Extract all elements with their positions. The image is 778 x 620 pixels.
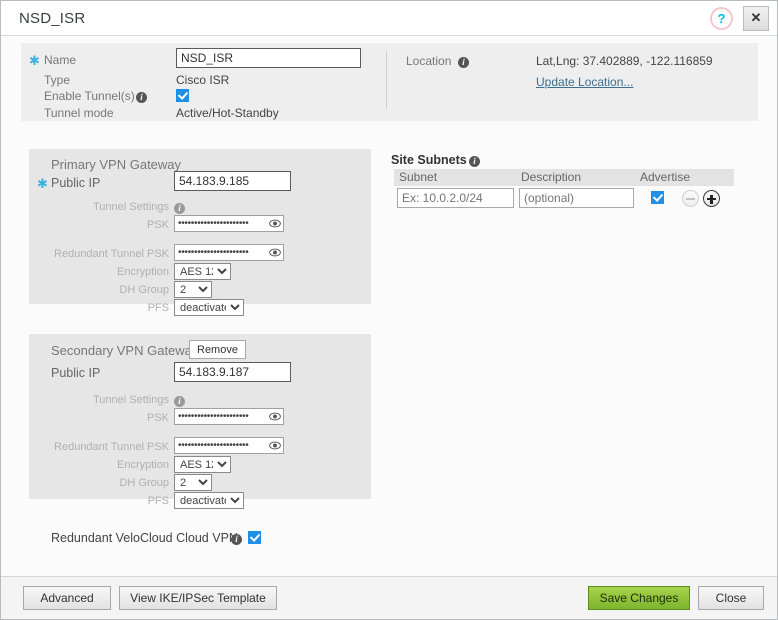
secondary-encryption-select[interactable]: AES 128AES 256 bbox=[174, 456, 231, 473]
secondary-tunnel-settings-info-icon[interactable]: i bbox=[174, 396, 185, 408]
enable-tunnels-label: Enable Tunnel(s) bbox=[44, 89, 135, 103]
primary-pfs-label: PFS bbox=[147, 302, 169, 314]
redundant-vpn-checkbox[interactable] bbox=[248, 531, 261, 544]
dialog-footer: Advanced View IKE/IPSec Template Save Ch… bbox=[1, 576, 777, 619]
remove-secondary-gateway-button[interactable]: Remove bbox=[189, 340, 246, 359]
overview-panel: ✱ Name Type Cisco ISR Enable Tunnel(s) i… bbox=[21, 43, 758, 121]
description-input[interactable] bbox=[519, 188, 634, 208]
close-button[interactable]: ✕ bbox=[743, 6, 769, 31]
view-ike-ipsec-template-button[interactable]: View IKE/IPSec Template bbox=[119, 586, 277, 610]
secondary-pfs-select[interactable]: deactivated2514 bbox=[174, 492, 244, 509]
name-label: Name bbox=[44, 53, 77, 67]
secondary-redundant-psk-label: Redundant Tunnel PSK bbox=[54, 441, 169, 453]
dialog-titlebar: NSD_ISR ? ✕ bbox=[1, 1, 777, 36]
primary-tunnel-settings-info-icon[interactable]: i bbox=[174, 203, 185, 215]
enable-tunnels-info-icon[interactable]: i bbox=[136, 92, 147, 104]
subnets-col-advertise: Advertise bbox=[640, 170, 691, 184]
save-changes-button[interactable]: Save Changes bbox=[588, 586, 690, 610]
enable-tunnels-checkbox[interactable] bbox=[176, 89, 189, 102]
secondary-dh-group-label: DH Group bbox=[119, 477, 169, 489]
tunnel-mode-value: Active/Hot-Standby bbox=[176, 106, 279, 120]
site-subnets-header-row: Subnet Description Advertise bbox=[394, 169, 734, 186]
secondary-redundant-psk-input[interactable] bbox=[174, 437, 284, 454]
primary-psk-field bbox=[174, 215, 284, 232]
secondary-redundant-psk-eye-icon[interactable] bbox=[269, 440, 281, 451]
secondary-tunnel-settings-label: Tunnel Settings bbox=[92, 394, 169, 406]
primary-psk-input[interactable] bbox=[174, 215, 284, 232]
secondary-psk-label: PSK bbox=[146, 412, 169, 424]
name-input[interactable] bbox=[176, 48, 361, 68]
secondary-public-ip-label: Public IP bbox=[51, 366, 101, 380]
required-asterisk-name: ✱ bbox=[29, 53, 40, 68]
primary-pfs-select[interactable]: deactivated2514 bbox=[174, 299, 244, 316]
primary-encryption-select[interactable]: AES 128AES 256 bbox=[174, 263, 231, 280]
subnets-col-subnet: Subnet bbox=[399, 170, 438, 184]
redundant-vpn-label: Redundant VeloCloud Cloud VPN bbox=[51, 531, 238, 545]
tunnel-mode-label: Tunnel mode bbox=[44, 106, 114, 120]
question-mark-icon: ? bbox=[717, 11, 726, 26]
secondary-psk-field bbox=[174, 408, 284, 425]
help-button[interactable]: ? bbox=[710, 7, 733, 30]
secondary-encryption-label: Encryption bbox=[117, 459, 169, 471]
site-subnets-title: Site Subnets bbox=[391, 153, 467, 167]
site-subnets-info-icon[interactable]: i bbox=[469, 156, 480, 168]
add-subnet-row-button[interactable] bbox=[703, 190, 720, 207]
table-row bbox=[394, 188, 734, 210]
subnets-col-description: Description bbox=[521, 170, 582, 184]
primary-redundant-psk-label: Redundant Tunnel PSK bbox=[54, 248, 169, 260]
primary-gateway-title: Primary VPN Gateway bbox=[51, 157, 182, 172]
panel-divider bbox=[386, 51, 387, 109]
update-location-link[interactable]: Update Location... bbox=[536, 75, 633, 89]
primary-public-ip-input[interactable] bbox=[174, 171, 291, 191]
close-dialog-button[interactable]: Close bbox=[698, 586, 764, 610]
secondary-public-ip-input[interactable] bbox=[174, 362, 291, 382]
primary-tunnel-settings-label: Tunnel Settings bbox=[92, 201, 169, 213]
advertise-checkbox[interactable] bbox=[651, 191, 664, 204]
vpn-gateway-dialog: NSD_ISR ? ✕ ✱ Name Type Cisco ISR Enable… bbox=[0, 0, 778, 620]
advanced-button[interactable]: Advanced bbox=[23, 586, 111, 610]
primary-psk-eye-icon[interactable] bbox=[269, 218, 281, 229]
primary-redundant-psk-input[interactable] bbox=[174, 244, 284, 261]
required-asterisk-primary-ip: ✱ bbox=[37, 176, 48, 191]
secondary-pfs-label: PFS bbox=[147, 495, 169, 507]
primary-dh-group-select[interactable]: 2514 bbox=[174, 281, 212, 298]
primary-encryption-label: Encryption bbox=[117, 266, 169, 278]
secondary-gateway-panel: Secondary VPN Gateway Remove Public IP T… bbox=[29, 334, 371, 509]
close-icon: ✕ bbox=[750, 10, 762, 25]
primary-redundant-psk-eye-icon[interactable] bbox=[269, 247, 281, 258]
primary-redundant-psk-field bbox=[174, 244, 284, 261]
location-info-icon[interactable]: i bbox=[458, 57, 469, 69]
primary-public-ip-label: Public IP bbox=[51, 176, 101, 190]
primary-dh-group-label: DH Group bbox=[119, 284, 169, 296]
primary-gateway-panel: Primary VPN Gateway ✱ Public IP Tunnel S… bbox=[29, 149, 371, 316]
secondary-redundant-psk-field bbox=[174, 437, 284, 454]
redundant-vpn-info-icon[interactable]: i bbox=[231, 534, 242, 546]
dialog-content: ✱ Name Type Cisco ISR Enable Tunnel(s) i… bbox=[1, 36, 777, 576]
secondary-dh-group-select[interactable]: 2514 bbox=[174, 474, 212, 491]
primary-psk-label: PSK bbox=[146, 219, 169, 231]
secondary-gateway-title: Secondary VPN Gateway bbox=[51, 343, 199, 358]
secondary-psk-input[interactable] bbox=[174, 408, 284, 425]
location-label: Location bbox=[406, 54, 452, 68]
secondary-psk-eye-icon[interactable] bbox=[269, 411, 281, 422]
subnet-input[interactable] bbox=[397, 188, 514, 208]
type-label: Type bbox=[44, 73, 71, 87]
latlng-value: Lat,Lng: 37.402889, -122.116859 bbox=[536, 54, 713, 68]
remove-subnet-row-button[interactable] bbox=[682, 190, 699, 207]
type-value: Cisco ISR bbox=[176, 73, 230, 87]
page-title: NSD_ISR bbox=[19, 10, 86, 27]
